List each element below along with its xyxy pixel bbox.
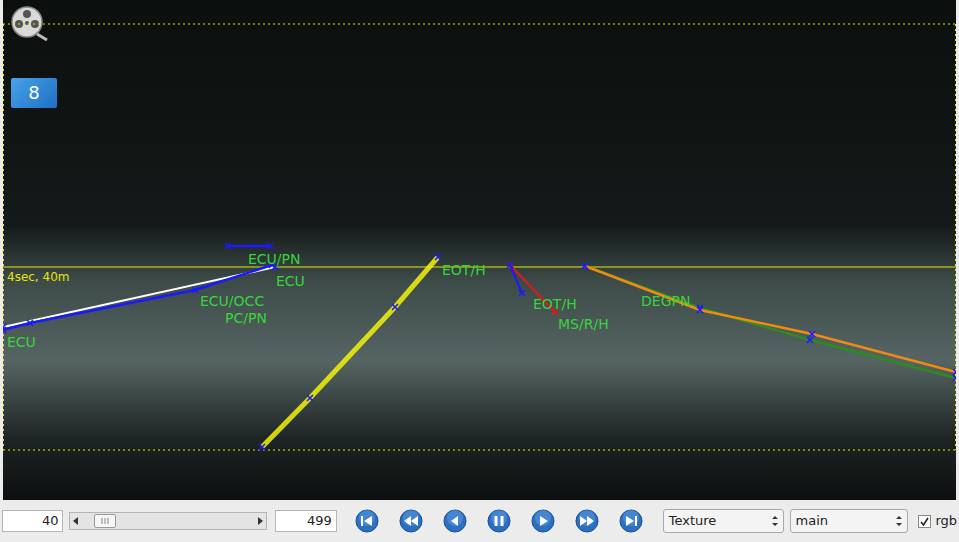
right-arrow-icon xyxy=(254,513,266,529)
frame-field[interactable]: 40 xyxy=(2,510,63,532)
horizon-label: 4sec, 40m xyxy=(7,271,69,283)
detection-label: ECU xyxy=(7,335,36,349)
transport-controls xyxy=(355,509,643,533)
channel-select[interactable]: main xyxy=(790,509,909,533)
left-arrow-icon xyxy=(70,513,82,529)
lane-track xyxy=(225,243,273,249)
badge-text: 8 xyxy=(28,84,39,102)
slider-thumb[interactable] xyxy=(94,514,116,528)
play-icon xyxy=(531,509,555,533)
checkbox-box[interactable] xyxy=(918,515,931,528)
step-back-icon xyxy=(443,509,467,533)
transport-button[interactable] xyxy=(355,509,379,533)
control-bar: 40 499 Texture main rgb xyxy=(0,500,959,542)
lane-track xyxy=(259,254,441,450)
transport-button[interactable] xyxy=(399,509,423,533)
fast-forward-icon xyxy=(575,509,599,533)
total-frames-field[interactable]: 499 xyxy=(275,510,336,532)
transport-button[interactable] xyxy=(443,509,467,533)
grip-icon xyxy=(100,517,110,525)
transport-button[interactable] xyxy=(531,509,555,533)
detection-label: ECU xyxy=(276,274,305,288)
lane-track xyxy=(3,262,275,333)
detection-label: DEGPN xyxy=(641,294,690,308)
check-icon xyxy=(919,516,930,527)
dropdown-value: Texture xyxy=(669,511,717,531)
detection-label: MS/R/H xyxy=(558,317,609,331)
rgb-checkbox[interactable]: rgb xyxy=(918,511,957,531)
lane-overlay xyxy=(3,0,956,500)
detection-label: ECU/PN xyxy=(248,252,301,266)
first-frame-icon xyxy=(355,509,379,533)
detection-label: ECU/OCC xyxy=(200,294,264,308)
updown-arrow-icon xyxy=(894,513,904,529)
transport-button[interactable] xyxy=(575,509,599,533)
view-select[interactable]: Texture xyxy=(663,509,784,533)
detection-label: PC/PN xyxy=(225,311,267,325)
lane-track xyxy=(582,263,956,375)
lane-track xyxy=(3,264,278,330)
last-frame-icon xyxy=(619,509,643,533)
lane-track xyxy=(507,262,525,296)
transport-button[interactable] xyxy=(619,509,643,533)
detection-label: EOT/H xyxy=(442,263,486,277)
dropdown-value: main xyxy=(796,511,828,531)
pause-icon xyxy=(487,509,511,533)
frame-slider[interactable] xyxy=(69,512,267,530)
rewind-icon xyxy=(399,509,423,533)
slider-track xyxy=(82,513,254,529)
frame-badge: 8 xyxy=(11,78,57,108)
checkbox-label: rgb xyxy=(935,511,957,531)
transport-button[interactable] xyxy=(487,509,511,533)
lane-track xyxy=(582,263,956,381)
video-frame: 8 4sec, 40m ECU ECU ECU/OCC PC/PN ECU/PN EOT/H E… xyxy=(3,0,956,500)
detection-label: EOT/H xyxy=(533,297,577,311)
updown-arrow-icon xyxy=(770,513,780,529)
